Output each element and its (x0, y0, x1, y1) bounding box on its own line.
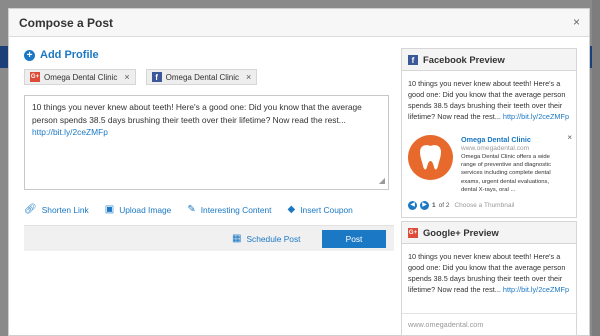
facebook-icon: f (151, 72, 162, 82)
link-icon: 🔗︎ (24, 204, 37, 215)
post-button[interactable]: Post (322, 230, 386, 248)
schedule-post-button[interactable]: ▦ Schedule Post (232, 233, 300, 244)
remove-profile-button[interactable]: × (124, 72, 129, 82)
pencil-icon: ✎ (187, 204, 196, 215)
link-card-url: www.omegadental.com (461, 145, 530, 152)
image-icon: ▣ (104, 204, 115, 215)
preview-link[interactable]: http://bit.ly/2ceZMFp (503, 285, 569, 294)
post-link[interactable]: http://bit.ly/2ceZMFp (32, 127, 108, 137)
link-card-description: Omega Dental Clinic offers a wide range … (461, 154, 552, 193)
googleplus-preview-header: G+ Google+ Preview (402, 222, 576, 244)
compose-column: + Add Profile G+ Omega Dental Clinic × f… (24, 49, 394, 251)
remove-link-preview-button[interactable]: × (567, 133, 572, 142)
googleplus-icon: G+ (30, 72, 40, 82)
profile-tag-googleplus: G+ Omega Dental Clinic × (24, 69, 136, 85)
link-card-title[interactable]: Omega Dental Clinic (461, 135, 566, 144)
calendar-icon: ▦ (232, 233, 242, 244)
add-profile-label: Add Profile (40, 49, 99, 61)
compose-actions: 🔗︎ Shorten Link ▣ Upload Image ✎ Interes… (24, 204, 389, 215)
background-page-edge (592, 0, 600, 336)
post-textarea[interactable]: 10 things you never knew about teeth! He… (24, 95, 389, 190)
link-card-info: Omega Dental Clinic www.omegadental.com … (461, 135, 566, 194)
modal-title: Compose a Post (19, 16, 114, 30)
next-thumbnail-button[interactable]: ▶ (420, 201, 429, 210)
insert-coupon-button[interactable]: ◆ Insert Coupon (288, 204, 353, 215)
googleplus-preview-title: Google+ Preview (423, 227, 499, 238)
googleplus-preview-panel: G+ Google+ Preview 10 things you never k… (401, 221, 578, 336)
close-modal-button[interactable]: × (573, 15, 580, 29)
profile-tag-facebook: f Omega Dental Clinic × (145, 69, 258, 85)
schedule-post-label: Schedule Post (246, 233, 301, 244)
compose-post-modal: Compose a Post × + Add Profile G+ Omega … (8, 8, 590, 336)
googleplus-preview-domain: www.omegadental.com (402, 313, 578, 335)
resize-handle-icon[interactable]: ◢ (379, 175, 385, 188)
profile-tag-label: Omega Dental Clinic (44, 72, 118, 82)
interesting-content-label: Interesting Content (200, 204, 272, 215)
facebook-preview-text: 10 things you never knew about teeth! He… (402, 71, 576, 129)
thumbnail-count: of 2 (438, 202, 450, 209)
plus-circle-icon: + (24, 49, 35, 61)
facebook-preview-header: f Facebook Preview (402, 49, 576, 71)
add-profile-button[interactable]: + Add Profile (24, 49, 389, 61)
googleplus-icon: G+ (408, 227, 418, 238)
facebook-preview-title: Facebook Preview (423, 54, 505, 65)
selected-profiles: G+ Omega Dental Clinic × f Omega Dental … (24, 69, 389, 85)
thumbnail-page: 1 (432, 202, 436, 209)
choose-thumbnail-label: Choose a Thumbnail (454, 202, 515, 209)
profile-tag-label: Omega Dental Clinic (165, 72, 240, 82)
tooth-logo-icon (408, 135, 453, 180)
facebook-icon: f (408, 54, 418, 65)
post-action-bar: ▦ Schedule Post Post (24, 225, 394, 251)
preview-link[interactable]: http://bit.ly/2ceZMFp (503, 112, 569, 121)
facebook-preview-panel: f Facebook Preview 10 things you never k… (401, 48, 577, 218)
googleplus-preview-text: 10 things you never knew about teeth! He… (402, 244, 576, 302)
tag-icon: ◆ (287, 204, 296, 215)
upload-image-label: Upload Image (119, 204, 172, 215)
post-text: 10 things you never knew about teeth! He… (32, 102, 362, 125)
prev-thumbnail-button[interactable]: ◀ (408, 201, 417, 210)
interesting-content-button[interactable]: ✎ Interesting Content (187, 204, 271, 215)
link-preview-card: Omega Dental Clinic www.omegadental.com … (408, 133, 572, 195)
shorten-link-button[interactable]: 🔗︎ Shorten Link (24, 204, 89, 215)
insert-coupon-label: Insert Coupon (300, 204, 353, 215)
thumbnail-navigator: ◀ ▶ 1 of 2 Choose a Thumbnail (408, 201, 514, 210)
modal-header: Compose a Post × (9, 9, 589, 37)
upload-image-button[interactable]: ▣ Upload Image (105, 204, 172, 215)
shorten-link-label: Shorten Link (41, 204, 89, 215)
remove-profile-button[interactable]: × (246, 72, 251, 82)
